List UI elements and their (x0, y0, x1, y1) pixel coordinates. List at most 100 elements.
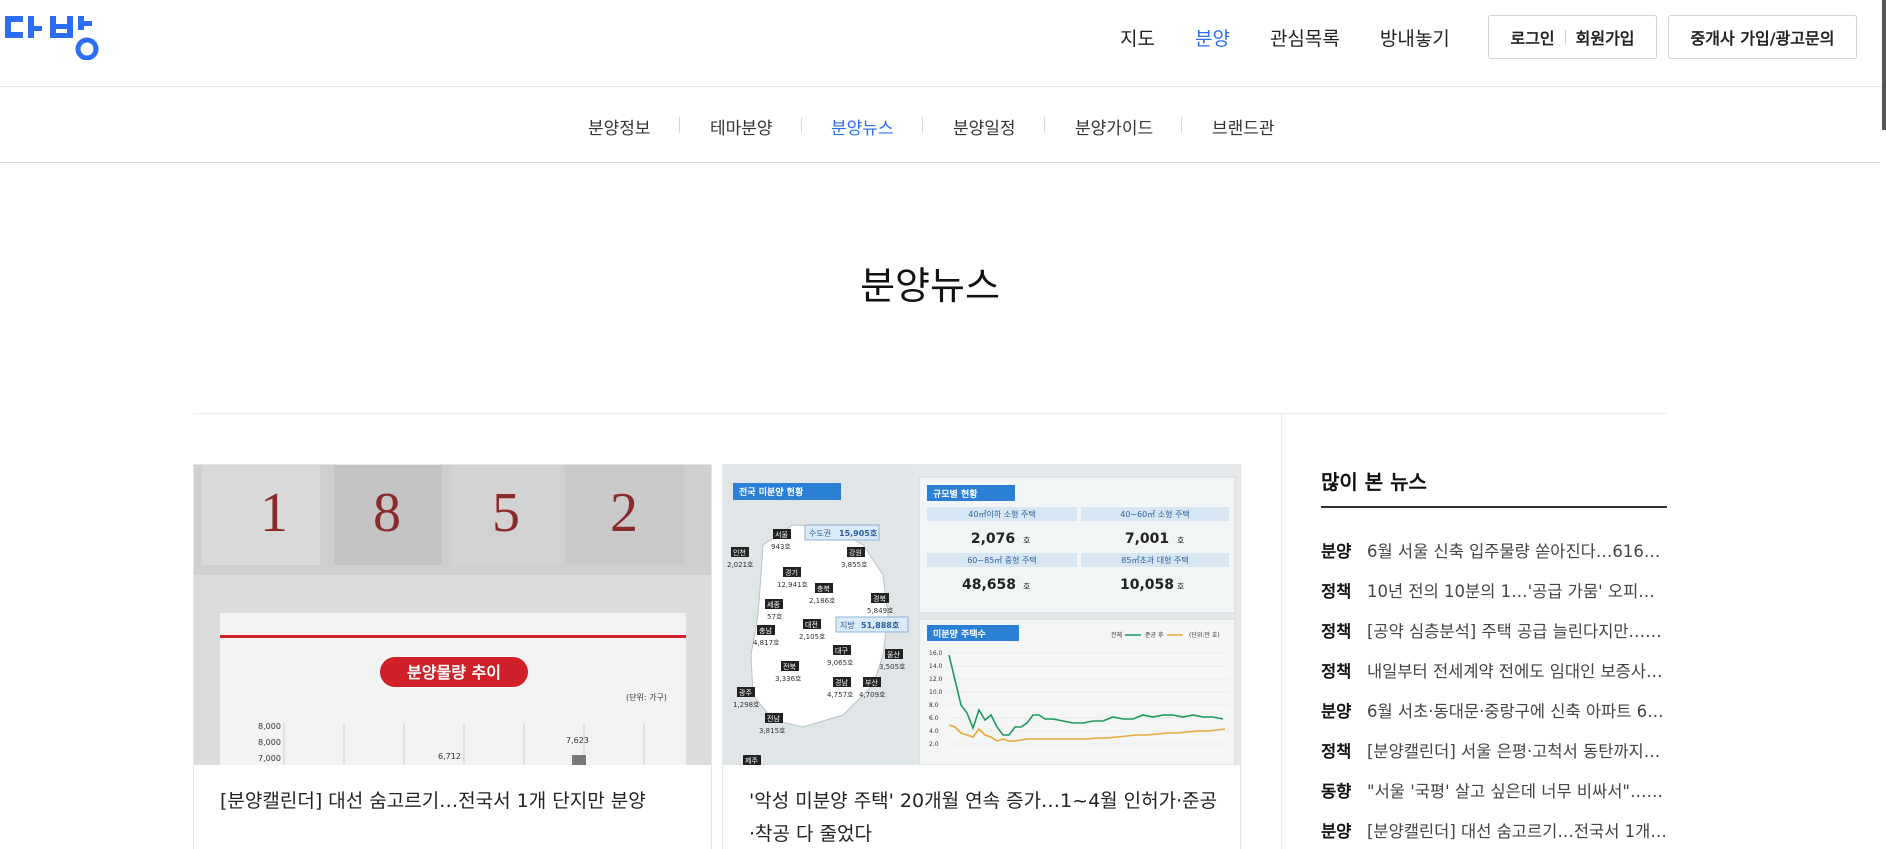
region-name: 울산 (887, 650, 900, 659)
popular-news-item[interactable]: 동향 "서울 '국평' 살고 싶은데 너무 비싸서"…수요자 (1321, 770, 1667, 810)
dabang-logo[interactable] (5, 14, 105, 60)
size-value: 48,658 (962, 577, 1016, 593)
popular-news-item[interactable]: 정책 [분양캘린더] 서울 은평·고척서 동탄까지… (1321, 730, 1667, 770)
news-card[interactable]: 1 8 5 2 분양물량 추이 (단위: 가구) 8,000 8,000 7,0… (193, 464, 712, 849)
region-name: 경북 (873, 594, 886, 603)
popular-news-item[interactable]: 분양 6월 서초·동대문·중랑구에 신축 아파트 6000가구 (1321, 690, 1667, 730)
region-value: 2,105호 (799, 633, 826, 641)
y-tick: 14.0 (929, 663, 943, 670)
region-value: 5,849호 (867, 607, 894, 615)
popular-news-list: 분양 6월 서울 신축 입주물량 쏟아진다…6168가구 정책 10년 전의 1… (1321, 530, 1667, 849)
chart-badge: 분양물량 추이 (407, 663, 501, 682)
news-category: 정책 (1321, 742, 1352, 761)
size-value: 10,058 (1120, 577, 1174, 593)
subnav-divider (801, 117, 802, 133)
news-headline[interactable]: [분양캘린더] 서울 은평·고척서 동탄까지… (1367, 738, 1667, 762)
subnav-divider (1044, 117, 1045, 133)
region-name: 강원 (849, 548, 862, 557)
popular-news-item[interactable]: 정책 내일부터 전세계약 전에도 임대인 보증사고 이력 확인 (1321, 650, 1667, 690)
axis-label: 8,000 (258, 738, 281, 747)
scrollbar-thumb[interactable] (1882, 0, 1886, 130)
digit-4: 2 (610, 482, 638, 544)
subnav-brand-hall[interactable]: 브랜드관 (1212, 114, 1275, 139)
size-unit: 호 (1177, 536, 1184, 545)
news-headline[interactable]: 내일부터 전세계약 전에도 임대인 보증사고 이력 확인 (1367, 658, 1667, 682)
subnav-theme-presale[interactable]: 테마분양 (710, 114, 773, 139)
digit-2: 8 (373, 482, 401, 544)
subnav-divider (922, 117, 923, 133)
subnav-presale-schedule[interactable]: 분양일정 (953, 114, 1016, 139)
news-headline[interactable]: [공약 심층분석] 주택 공급 늘린다지만…"재원 조달" (1367, 618, 1667, 642)
y-tick: 2.0 (929, 741, 939, 748)
news-thumbnail: 1 8 5 2 분양물량 추이 (단위: 가구) 8,000 8,000 7,0… (194, 465, 711, 765)
axis-label: 7,000 (258, 754, 281, 763)
data-label: 7,623 (566, 736, 589, 745)
region-value: 2,186호 (809, 597, 836, 605)
region-value: 4,817호 (753, 639, 780, 647)
region-name: 부산 (865, 678, 878, 687)
signup-button[interactable]: 회원가입 (1576, 25, 1635, 49)
region-value: 1,298호 (733, 701, 760, 709)
size-label: 40㎡이하 소형 주택 (968, 509, 1035, 519)
news-category: 동향 (1321, 782, 1352, 801)
auth-box: 로그인 회원가입 (1488, 15, 1657, 59)
nav-list-room[interactable]: 방내놓기 (1380, 24, 1450, 51)
popular-news-item[interactable]: 정책 10년 전의 10분의 1…'공급 가뭄' 오피스텔 (1321, 570, 1667, 610)
size-unit: 호 (1177, 582, 1184, 591)
column-divider (1281, 413, 1282, 849)
region-value: 943호 (771, 543, 791, 551)
region-value: 3,855호 (841, 561, 868, 569)
region-name: 광주 (739, 689, 752, 697)
nav-favorites[interactable]: 관심목록 (1270, 24, 1340, 51)
news-headline[interactable]: 6월 서초·동대문·중랑구에 신축 아파트 6000가구 (1367, 698, 1667, 722)
sub-nav: 분양정보 테마분양 분양뉴스 분양일정 분양가이드 브랜드관 (0, 87, 1880, 163)
legend-total: 전체 (1111, 631, 1122, 639)
page-title: 분양뉴스 (860, 264, 1000, 308)
size-value: 7,001 (1125, 531, 1169, 547)
subnav-divider (1181, 117, 1182, 133)
y-tick: 16.0 (929, 650, 943, 657)
region-value: 4,757호 (827, 691, 854, 699)
news-headline[interactable]: 6월 서울 신축 입주물량 쏟아진다…6168가구 (1367, 538, 1667, 562)
news-card-title[interactable]: [분양캘린더] 대선 숨고르기…전국서 1개 단지만 분양 (220, 785, 690, 818)
subnav-presale-guide[interactable]: 분양가이드 (1075, 114, 1153, 139)
subnav-presale-news[interactable]: 분양뉴스 (831, 114, 894, 139)
y-tick: 12.0 (929, 676, 943, 683)
news-headline[interactable]: "서울 '국평' 살고 싶은데 너무 비싸서"…수요자 (1367, 778, 1667, 802)
login-button[interactable]: 로그인 (1510, 25, 1554, 49)
local-label: 지방 (840, 620, 855, 630)
region-value: 3,815호 (759, 727, 786, 735)
news-card[interactable]: 전국 미분양 현황 수도권 15,905호 지방 51,888호 서울 943호… (722, 464, 1241, 849)
y-tick: 4.0 (929, 728, 939, 735)
news-headline[interactable]: [분양캘린더] 대선 숨고르기…전국서 1개 단지만 분양 (1367, 818, 1667, 842)
region-name: 제주 (745, 757, 758, 765)
nav-map[interactable]: 지도 (1120, 24, 1155, 51)
popular-news-item[interactable]: 정책 [공약 심층분석] 주택 공급 늘린다지만…"재원 조달" (1321, 610, 1667, 650)
size-label: 60~85㎡ 중형 주택 (967, 555, 1037, 565)
digit-1: 1 (260, 482, 288, 544)
digit-3: 5 (492, 482, 520, 544)
subnav-presale-info[interactable]: 분양정보 (588, 114, 651, 139)
news-headline[interactable]: 10년 전의 10분의 1…'공급 가뭄' 오피스텔 (1367, 578, 1667, 602)
news-category: 정책 (1321, 622, 1352, 641)
news-category: 분양 (1321, 822, 1352, 841)
capital-label: 수도권 (809, 528, 831, 538)
popular-news-divider (1321, 506, 1667, 508)
region-name: 인천 (733, 548, 746, 557)
capital-value: 15,905호 (839, 528, 878, 538)
news-category: 정책 (1321, 662, 1352, 681)
region-value: 9,065호 (827, 659, 854, 667)
broker-signup-button[interactable]: 중개사 가입/광고문의 (1668, 15, 1857, 59)
news-card-title[interactable]: '악성 미분양 주택' 20개월 연속 증가…1~4월 인허가·준공·착공 다 … (749, 785, 1219, 849)
header: 지도 분양 관심목록 방내놓기 로그인 회원가입 중개사 가입/광고문의 (0, 0, 1886, 87)
nav-presale[interactable]: 분양 (1195, 24, 1230, 51)
legend-completed: 준공 후 (1145, 631, 1164, 639)
news-category: 분양 (1321, 542, 1352, 561)
size-label: 40~60㎡ 소형 주택 (1120, 509, 1190, 519)
popular-news-heading: 많이 본 뉴스 (1321, 470, 1427, 494)
data-label: 6,712 (438, 752, 461, 761)
region-value: 12,941호 (777, 581, 808, 589)
popular-news-item[interactable]: 분양 [분양캘린더] 대선 숨고르기…전국서 1개 단지만 분양 (1321, 810, 1667, 849)
popular-news-item[interactable]: 분양 6월 서울 신축 입주물량 쏟아진다…6168가구 (1321, 530, 1667, 570)
main-nav: 지도 분양 관심목록 방내놓기 (1120, 24, 1490, 51)
